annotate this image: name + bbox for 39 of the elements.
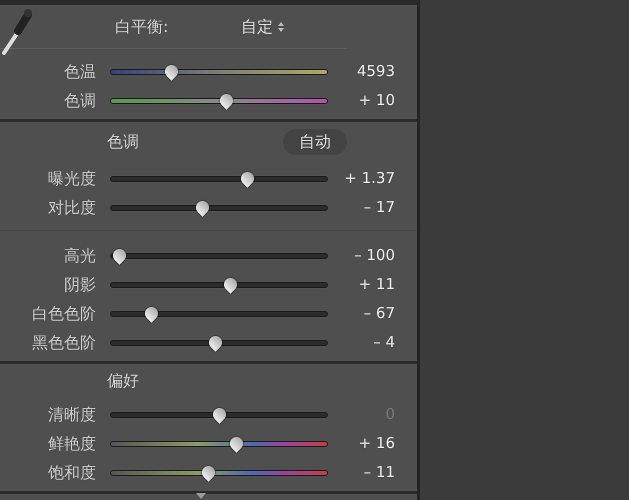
slider-label: 鲜艳度 (47, 432, 96, 454)
slider-value: + 1.37 (343, 168, 395, 190)
slider-value: 4593 (356, 61, 395, 82)
slider-label: 对比度 (47, 196, 96, 218)
slider[interactable] (110, 436, 328, 452)
slider-label: 阴影 (63, 274, 96, 296)
slider[interactable] (110, 200, 328, 216)
slider-label: 黑色色阶 (31, 332, 96, 354)
slider-value: – 100 (353, 245, 395, 266)
slider[interactable] (110, 92, 328, 108)
slider[interactable] (110, 248, 328, 264)
updown-icon (277, 20, 285, 32)
slider[interactable] (110, 306, 328, 322)
slider-label: 高光 (63, 244, 96, 266)
slider-label: 饱和度 (47, 462, 96, 484)
slider-label: 曝光度 (47, 168, 96, 190)
slider[interactable] (110, 464, 328, 480)
preset-dropdown[interactable]: 自定 (241, 14, 285, 38)
section-title: 偏好 (107, 370, 140, 392)
slider-label: 色温 (63, 60, 96, 82)
slider[interactable] (110, 170, 328, 186)
slider-label: 白色色阶 (31, 302, 96, 324)
slider-value: – 11 (362, 462, 395, 484)
slider[interactable] (110, 64, 328, 80)
slider-label: 清晰度 (47, 404, 96, 426)
slider[interactable] (110, 276, 328, 292)
slider[interactable] (110, 406, 328, 422)
slider-value: + 10 (358, 90, 395, 112)
slider-value: + 16 (358, 433, 395, 454)
slider-value: – 4 (372, 332, 395, 354)
slider-value: + 11 (358, 274, 395, 296)
expand-icon[interactable] (196, 493, 206, 499)
slider[interactable] (110, 334, 328, 350)
slider-value: – 17 (362, 197, 395, 218)
section-title: 色调 (107, 131, 140, 153)
section-title: 白平衡: (115, 16, 170, 38)
slider-label: 色调 (63, 90, 96, 112)
slider-value: – 67 (362, 303, 395, 324)
auto-button[interactable]: 自动 (283, 129, 347, 155)
